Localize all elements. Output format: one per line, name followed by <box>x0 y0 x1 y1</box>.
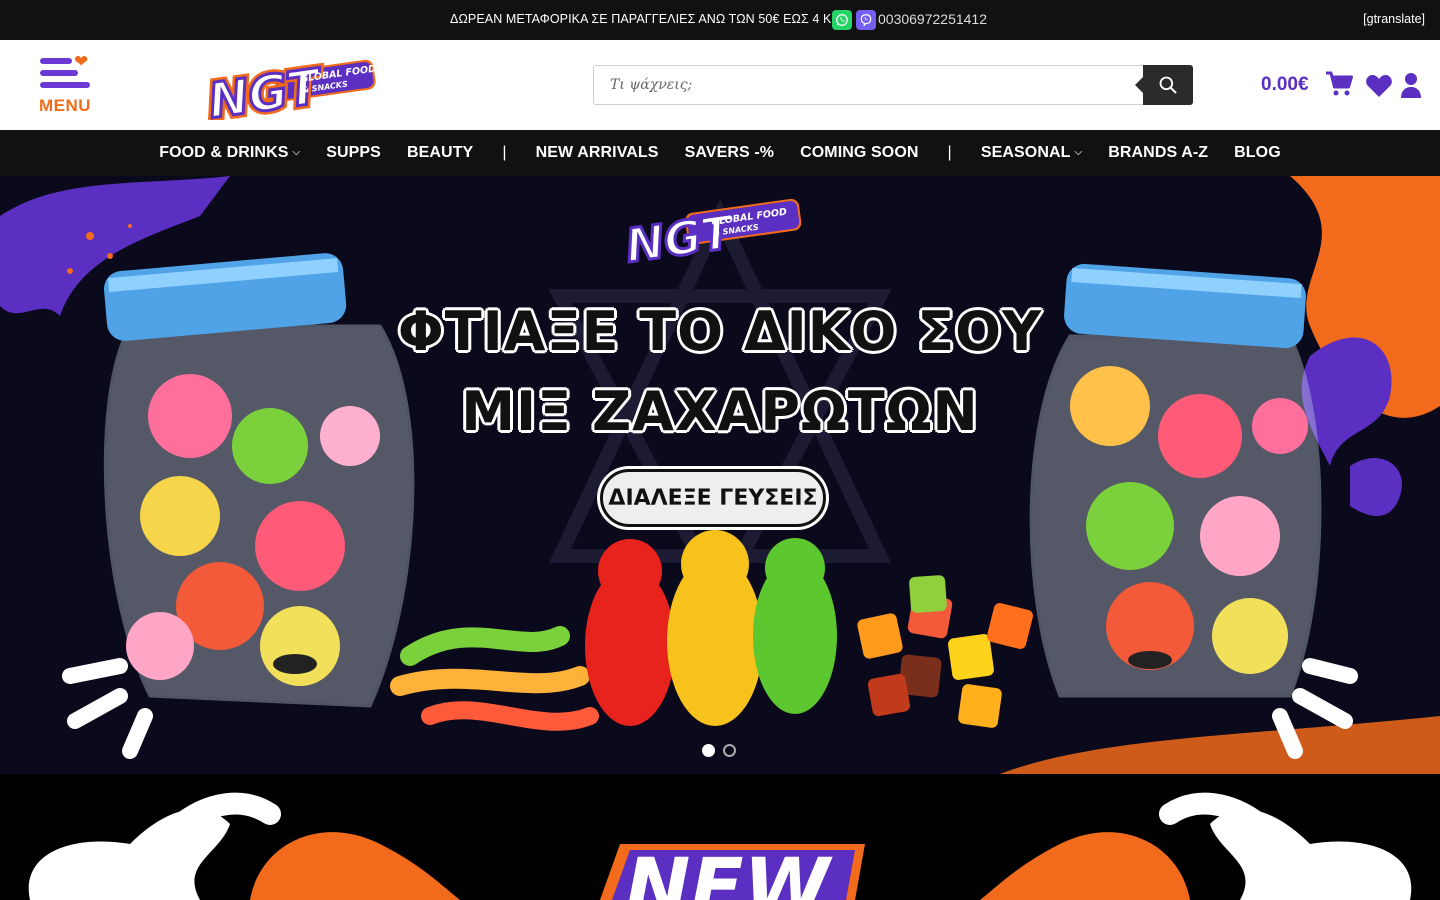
menu-button[interactable]: ❤ MENU <box>38 52 94 117</box>
new-arrivals-banner-image: NEW <box>28 792 1412 900</box>
hero-slider[interactable]: NGT GLOBAL FOOD & SNACKS ΦΤΙΑΞΕ ΤΟ ΔΙΚΟ … <box>0 176 1440 774</box>
nav-item-new-arrivals[interactable]: NEW ARRIVALS <box>523 144 672 162</box>
free-shipping-notice: ΔΩΡΕΑΝ ΜΕΤΑΦΟΡΙΚΑ ΣΕ ΠΑΡΑΓΓΕΛΙΕΣ ΑΝΩ ΤΩΝ… <box>450 12 852 26</box>
search-icon <box>1159 76 1177 94</box>
site-logo[interactable]: NGT NGT GLOBAL FOOD & SNACKS <box>201 50 381 133</box>
heart-icon: ❤ <box>74 52 89 71</box>
nav-item-savers[interactable]: SAVERS -% <box>672 144 788 162</box>
chevron-down-icon: ⌵ <box>1074 147 1083 158</box>
translate-widget[interactable]: [gtranslate] <box>1363 12 1425 26</box>
contact-icons <box>832 10 876 30</box>
nav-item-blog[interactable]: BLOG <box>1221 144 1294 162</box>
site-header: ❤ MENU NGT NGT GLOBAL FOOD & SNACKS 0.00… <box>0 40 1440 134</box>
menu-label: MENU <box>39 96 92 115</box>
hero-logo-wordmark: NGT <box>622 204 739 273</box>
whatsapp-icon[interactable] <box>832 10 852 30</box>
nav-item-food-drinks[interactable]: FOOD & DRINKS ⌵ <box>146 144 313 162</box>
nav-separator: | <box>947 144 952 161</box>
hero-title-line-1: ΦΤΙΑΞΕ ΤΟ ΔΙΚΟ ΣΟΥ <box>397 300 1043 363</box>
nav-item-brands-az[interactable]: BRANDS A-Z <box>1095 144 1221 162</box>
menu-line-icon <box>40 82 90 88</box>
phone-number-link[interactable]: 00306972251412 <box>878 11 987 27</box>
nav-item-seasonal[interactable]: SEASONAL ⌵ <box>968 144 1095 162</box>
slider-dot-1[interactable] <box>702 744 715 757</box>
new-arrivals-banner[interactable]: NEW <box>0 774 1440 900</box>
menu-line-icon <box>40 70 78 76</box>
chevron-down-icon: ⌵ <box>292 147 301 158</box>
top-announcement-bar: ΔΩΡΕΑΝ ΜΕΤΑΦΟΡΙΚΑ ΣΕ ΠΑΡΑΓΓΕΛΙΕΣ ΑΝΩ ΤΩΝ… <box>0 0 1440 40</box>
slider-dot-2[interactable] <box>723 744 736 757</box>
nav-item-beauty[interactable]: BEAUTY <box>394 144 486 162</box>
main-navigation: FOOD & DRINKS ⌵ SUPPS BEAUTY | NEW ARRIVA… <box>0 130 1440 176</box>
nav-separator: | <box>502 144 507 161</box>
viber-icon[interactable] <box>856 10 876 30</box>
search-button[interactable] <box>1135 65 1193 105</box>
cart-icon[interactable] <box>1325 71 1353 102</box>
search-input[interactable] <box>594 66 1144 104</box>
wishlist-heart-icon[interactable] <box>1365 74 1393 103</box>
search-bar <box>593 65 1193 105</box>
slider-pagination <box>702 744 736 757</box>
nav-item-supps[interactable]: SUPPS <box>313 144 394 162</box>
hero-title-line-2: ΜΙΞ ΖΑΧΑΡΩΤΩΝ <box>461 380 979 443</box>
account-user-icon[interactable] <box>1400 72 1422 103</box>
cart-total[interactable]: 0.00€ <box>1261 74 1309 96</box>
new-banner-text: NEW <box>625 843 834 900</box>
nav-item-coming-soon[interactable]: COMING SOON <box>787 144 931 162</box>
menu-line-icon <box>40 58 72 64</box>
choose-flavors-button[interactable]: ΔΙΑΛΕΞΕ ΓΕΥΣΕΙΣ <box>600 469 826 527</box>
